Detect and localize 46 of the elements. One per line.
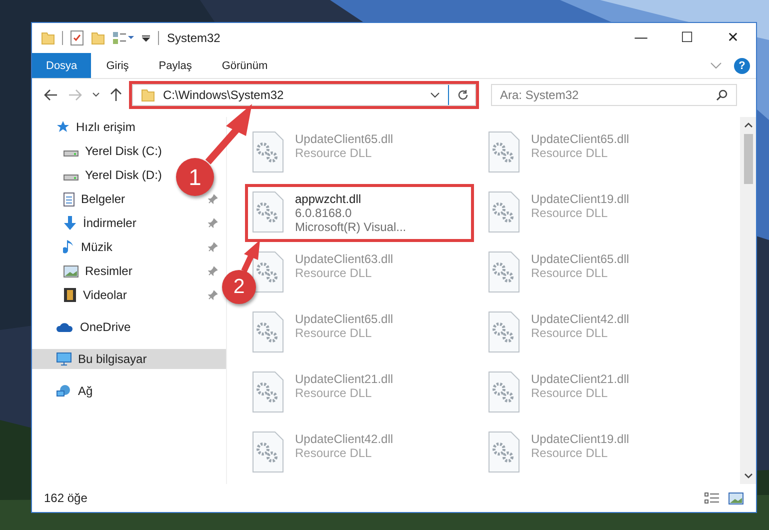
file-detail: Resource DLL [531,266,609,280]
file-detail: Resource DLL [531,446,609,460]
search-field[interactable]: Ara: System32 [491,84,737,106]
file-name[interactable]: appwzcht.dll [295,192,406,206]
sidebar-label: OneDrive [80,320,131,334]
sidebar-item[interactable]: İndirmeler [32,213,226,233]
sidebar-item[interactable]: OneDrive [32,317,226,337]
maximize-button[interactable]: ☐ [664,23,710,53]
sidebar-label: Belgeler [81,192,126,206]
help-button[interactable]: ? [734,58,750,74]
address-path: C:\Windows\System32 [163,88,285,102]
sidebar-label: Yerel Disk (D:) [85,168,162,182]
sidebar-label: Resimler [85,264,132,278]
file-detail: Microsoft(R) Visual... [295,220,406,234]
file-detail: Resource DLL [295,266,373,280]
sidebar-label: İndirmeler [83,216,136,230]
ribbon-tab[interactable]: Giriş [91,53,144,78]
sidebar-item[interactable]: Ağ [32,381,226,401]
sidebar-label: Müzik [81,240,112,254]
item-count: 162 öğe [44,491,88,505]
sidebar-item[interactable]: Yerel Disk (D:) [32,165,164,185]
file-detail: Resource DLL [295,386,373,400]
sidebar-label: Ağ [78,384,93,398]
file-detail: Resource DLL [295,326,373,340]
file-detail: Resource DLL [295,146,373,160]
sidebar-item[interactable]: Yerel Disk (C:) [32,141,164,161]
file-detail: 6.0.8168.0 [295,206,353,220]
sidebar-label: Bu bilgisayar [78,352,147,366]
minimize-button[interactable]: — [618,23,664,53]
window-title: System32 [167,31,220,45]
file-detail: Resource DLL [531,326,609,340]
file-detail: Resource DLL [531,146,609,160]
sidebar-label: Yerel Disk (C:) [85,144,162,158]
file-detail: Resource DLL [295,446,373,460]
ribbon-tab[interactable]: Dosya [32,53,92,78]
ribbon-tab[interactable]: Paylaş [144,53,207,78]
ribbon-tab[interactable]: Görünüm [206,53,283,78]
file-detail: Resource DLL [531,206,609,220]
sidebar-item[interactable]: Müzik [32,237,226,257]
address-bar[interactable]: C:\Windows\System32 [132,84,476,106]
file-detail: Resource DLL [531,386,609,400]
sidebar-label: Videolar [83,288,127,302]
sidebar-label: Hızlı erişim [76,120,136,134]
sidebar-item[interactable]: Hızlı erişim [32,117,226,137]
sidebar-item[interactable]: Bu bilgisayar [32,349,226,369]
close-button[interactable]: ✕ [710,23,756,53]
